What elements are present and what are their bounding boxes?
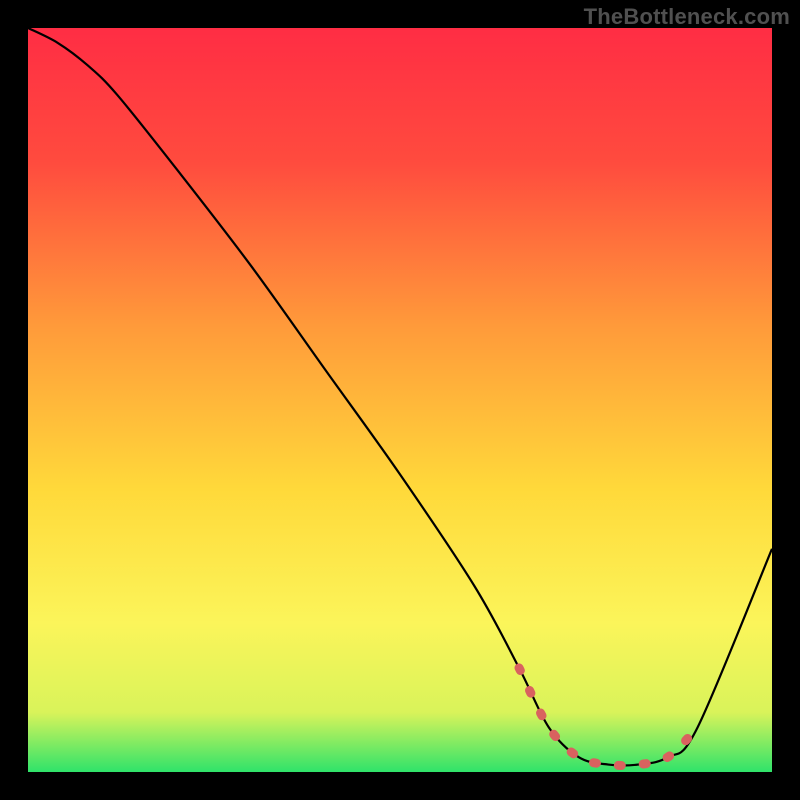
chart-container: TheBottleneck.com xyxy=(0,0,800,800)
plot-area xyxy=(28,28,772,772)
bottleneck-chart xyxy=(0,0,800,800)
watermark: TheBottleneck.com xyxy=(584,4,790,30)
